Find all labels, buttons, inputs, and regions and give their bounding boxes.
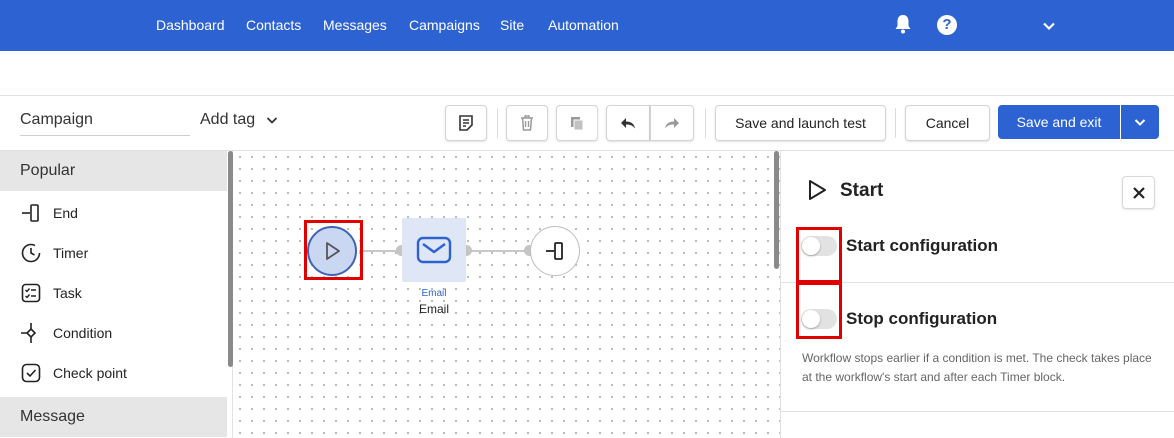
toolbar-divider [895,108,896,138]
block-palette: Popular End Timer Task Condition Check p… [0,151,233,438]
selection-highlight [796,227,842,283]
email-node-type: Email [421,288,447,299]
editor-toolbar: Campaign Add tag Save and launch test Ca… [0,96,1174,151]
nav-contacts[interactable]: Contacts [246,17,301,33]
section-divider [781,411,1174,412]
toolbar-divider [597,108,598,138]
connector-line [466,250,530,252]
note-icon [459,115,473,131]
toolbar-divider [705,108,706,138]
close-icon [1132,186,1145,199]
check-point-icon [21,363,41,383]
selection-highlight [304,220,363,280]
chevron-down-icon[interactable] [1041,18,1057,34]
add-tag-dropdown[interactable]: Add tag [200,111,255,129]
copy-icon [571,117,584,131]
email-node[interactable] [402,218,466,282]
header-spacer [0,51,1174,96]
redo-button[interactable] [650,105,694,141]
campaign-name-input[interactable]: Campaign [20,109,190,136]
nav-campaigns[interactable]: Campaigns [409,17,480,33]
palette-item-label: Task [53,285,82,301]
end-icon [546,242,563,260]
email-node-label: Email [418,302,449,316]
palette-item-timer[interactable]: Timer [20,240,88,266]
nav-dashboard[interactable]: Dashboard [156,17,225,33]
undo-button[interactable] [606,105,650,141]
cancel-button[interactable]: Cancel [905,105,990,141]
palette-scrollbar[interactable] [228,151,233,367]
redo-icon [665,118,679,129]
palette-section-popular[interactable]: Popular [0,151,227,191]
task-icon [21,283,41,303]
palette-item-label: Check point [53,365,127,381]
selection-highlight [796,282,842,339]
palette-item-label: End [53,205,78,221]
node-settings-panel: Start Start configuration Stop configura… [780,151,1174,438]
chevron-down-icon[interactable] [264,112,280,128]
palette-item-check-point[interactable]: Check point [20,360,127,386]
condition-icon [21,323,37,343]
duplicate-button[interactable] [556,105,598,141]
end-icon [22,204,39,222]
start-configuration-label: Start configuration [846,236,999,255]
end-node[interactable] [530,226,580,276]
palette-item-label: Condition [53,325,113,341]
nav-messages[interactable]: Messages [323,17,387,33]
delete-button[interactable] [506,105,548,141]
nav-site[interactable]: Site [500,17,524,33]
close-button[interactable] [1122,176,1155,209]
undo-icon [621,118,635,129]
save-options-dropdown[interactable] [1121,105,1159,139]
palette-item-label: Timer [53,245,89,261]
palette-item-end[interactable]: End [20,200,78,226]
nav-automation[interactable]: Automation [548,17,619,33]
save-and-launch-test-button[interactable]: Save and launch test [715,105,886,141]
save-and-exit-button[interactable]: Save and exit [998,105,1120,139]
bell-icon[interactable] [893,13,913,35]
timer-icon [21,243,41,263]
trash-icon [521,115,533,131]
toolbar-divider [497,108,498,138]
play-icon [809,180,826,200]
canvas-scrollbar[interactable] [774,151,779,269]
email-icon [416,236,452,264]
stop-configuration-description: Workflow stops earlier if a condition is… [802,351,1152,384]
workflow-canvas[interactable]: Email Email [234,151,780,438]
palette-item-task[interactable]: Task [20,280,82,306]
chevron-down-icon [1134,119,1146,126]
stop-configuration-label: Stop configuration [846,309,998,328]
panel-title: Start [840,180,884,201]
palette-item-condition[interactable]: Condition [20,320,112,346]
top-navigation-bar: Dashboard Contacts Messages Campaigns Si… [0,0,1174,51]
palette-section-message[interactable]: Message [0,397,227,437]
notes-button[interactable] [445,105,487,141]
help-icon[interactable]: ? [937,15,957,35]
